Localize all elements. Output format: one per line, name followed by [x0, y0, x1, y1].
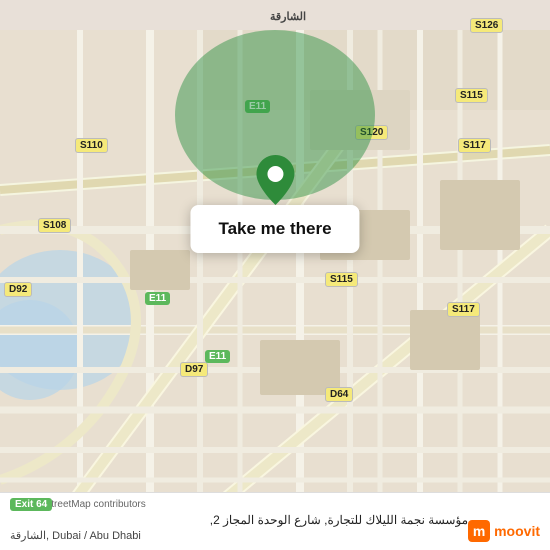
attribution-row: © OpenStreetMap contributors Exit 64 — [10, 499, 540, 510]
road-label-s117-top: S117 — [458, 138, 491, 153]
moovit-text: moovit — [494, 523, 540, 539]
road-label-s126: S126 — [470, 18, 503, 33]
city-label: الشارقة — [270, 10, 306, 23]
location-name-ar: مؤسسة نجمة الليلاك للتجارة, شارع الوحدة … — [10, 512, 468, 529]
moovit-m-icon: m — [468, 520, 490, 542]
moovit-logo: m moovit — [468, 520, 540, 542]
exit-label: Exit 64 — [10, 498, 52, 511]
take-me-there-popup: Take me there — [190, 155, 359, 253]
highway-label-e11-bot: E11 — [205, 350, 230, 363]
location-name-en: الشارقة, Dubai / Abu Dhabi — [10, 529, 468, 542]
road-label-d64: D64 — [325, 387, 353, 402]
road-label-d92: D92 — [4, 282, 32, 297]
road-label-s108: S108 — [38, 218, 71, 233]
road-label-s110: S110 — [75, 138, 108, 153]
road-label-s117-bot: S117 — [447, 302, 480, 317]
highway-label-e11-mid: E11 — [145, 292, 170, 305]
bottom-bar: © OpenStreetMap contributors Exit 64 مؤس… — [0, 492, 550, 550]
map-container: الشارقة S126 S115 S110 S108 S120 S117 S1… — [0, 0, 550, 550]
road-label-s115-mid: S115 — [325, 272, 358, 287]
take-me-there-button[interactable]: Take me there — [190, 205, 359, 253]
location-pin-icon — [256, 155, 294, 205]
road-label-s115-top: S115 — [455, 88, 488, 103]
road-label-d97: D97 — [180, 362, 208, 377]
